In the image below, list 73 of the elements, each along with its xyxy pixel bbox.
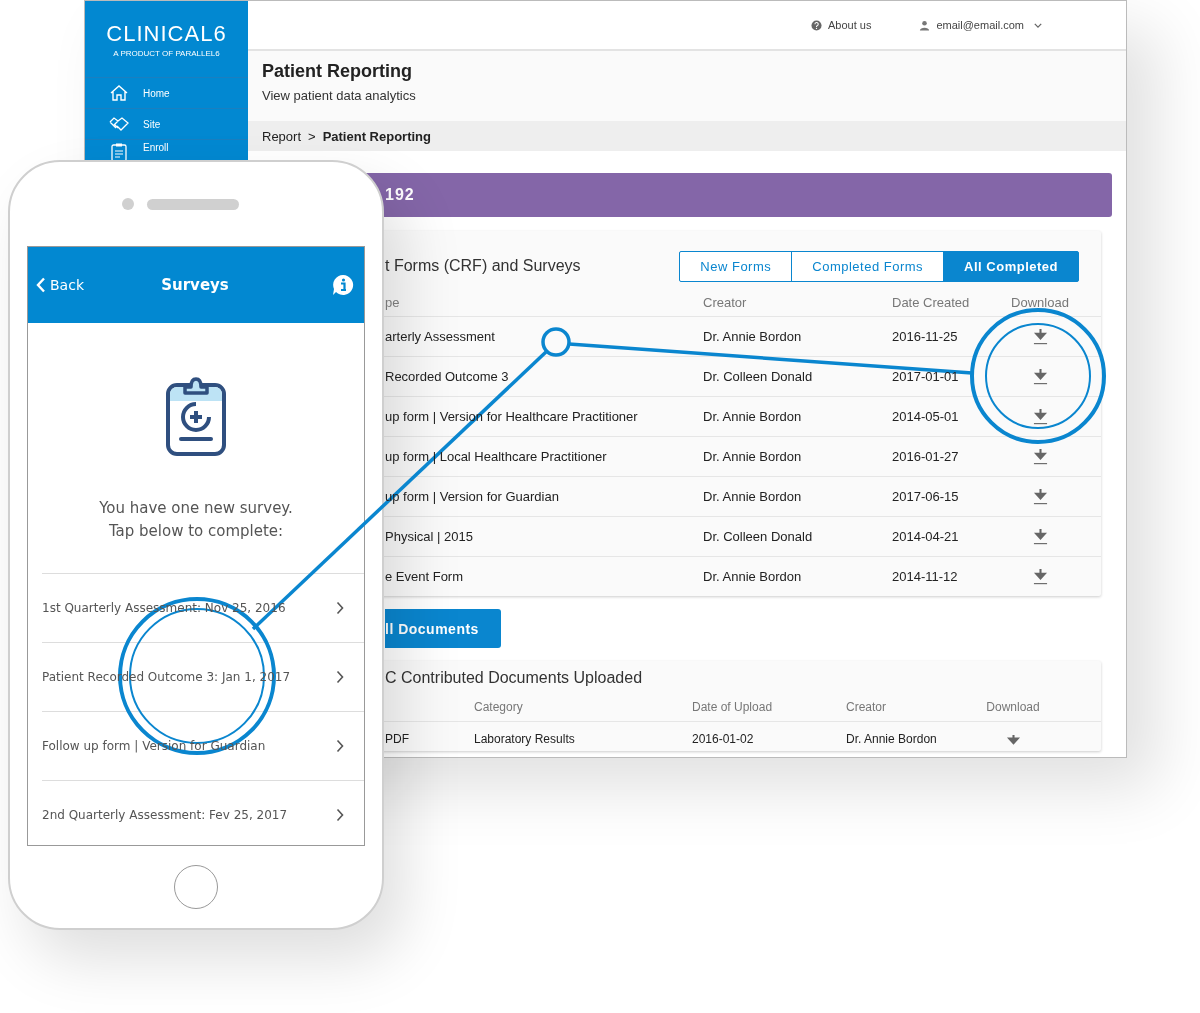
table-cell-text: 2014-04-21 xyxy=(892,529,960,544)
table-cell-text: 2014-05-01 xyxy=(892,409,960,424)
column-header: Creator xyxy=(846,700,887,714)
documents-button[interactable]: ll Documents xyxy=(385,609,501,648)
breadcrumb-link[interactable]: Report xyxy=(262,128,302,144)
column-header: Download xyxy=(985,700,1041,714)
column-header: Category xyxy=(474,700,524,714)
column-header: Date of Upload xyxy=(692,700,774,714)
table-cell-text: Dr. Annie Bordon xyxy=(846,732,938,746)
download-icon[interactable] xyxy=(1032,368,1048,385)
logo: CLINICAL6 xyxy=(106,20,227,47)
user-icon xyxy=(919,19,931,31)
filter-tab[interactable]: All Completed xyxy=(943,250,1079,282)
table-cell-text: Laboratory Results xyxy=(474,732,576,746)
table-cell-text: Dr. Annie Bordon xyxy=(703,489,803,504)
column-header: pe xyxy=(385,294,401,310)
page-subtitle: View patient data analytics xyxy=(262,88,417,103)
table-cell-text: 2017-01-01 xyxy=(892,369,960,384)
table-cell-text: Dr. Annie Bordon xyxy=(703,409,803,424)
filter-tab[interactable]: Completed Forms xyxy=(791,250,945,282)
survey-message: Tap below to complete: xyxy=(107,521,285,542)
topbar-link[interactable]: About us xyxy=(811,19,872,31)
help-icon xyxy=(811,19,822,31)
chevron-right-icon xyxy=(336,670,344,684)
caret-icon xyxy=(1034,22,1042,28)
download-icon[interactable] xyxy=(1032,568,1048,585)
table-cell-text: Physical | 2015 xyxy=(385,529,474,544)
sidebar-item[interactable]: Enroll xyxy=(85,140,248,162)
table-cell-text: 2016-01-02 xyxy=(692,732,755,746)
survey-message: You have one new survey. xyxy=(99,498,293,519)
table-cell-text: Dr. Annie Bordon xyxy=(703,449,803,464)
chevron-right-icon xyxy=(336,808,344,822)
download-icon[interactable] xyxy=(1032,488,1048,505)
chevron-right-icon xyxy=(336,739,344,753)
download-icon[interactable] xyxy=(1032,528,1048,545)
column-header: Creator xyxy=(703,294,748,310)
back-button[interactable]: Back xyxy=(36,277,106,293)
filter-tab[interactable]: New Forms xyxy=(679,250,793,282)
home-icon xyxy=(109,83,129,103)
table-cell-text: arterly Assessment xyxy=(385,329,496,344)
clipboard-icon xyxy=(165,375,227,457)
camera-dot xyxy=(121,198,134,210)
breadcrumb-separator: > xyxy=(308,128,316,144)
table-cell-text: Dr. Annie Bordon xyxy=(703,329,803,344)
download-icon[interactable] xyxy=(1032,408,1048,425)
table-cell-text: 2014-11-12 xyxy=(892,569,959,584)
column-header: Download xyxy=(1010,294,1070,310)
table-cell-text: Dr. Colleen Donald xyxy=(703,529,814,544)
table-cell-text: 2016-01-27 xyxy=(892,449,960,464)
breadcrumb-current: Patient Reporting xyxy=(322,128,431,144)
table-cell-text: PDF xyxy=(385,732,410,746)
card-title: C Contributed Documents Uploaded xyxy=(385,668,643,688)
table-cell-text: 2016-11-25 xyxy=(892,329,959,344)
table-cell-text: e Event Form xyxy=(385,569,465,584)
screen-title: Surveys xyxy=(161,276,229,294)
table-cell-text: 2017-06-15 xyxy=(892,489,960,504)
card-title: t Forms (CRF) and Surveys xyxy=(385,257,581,275)
logo-tagline: A PRODUCT OF PARALLEL6 xyxy=(113,48,220,58)
download-icon[interactable] xyxy=(1032,328,1048,345)
download-icon[interactable] xyxy=(1032,448,1048,465)
table-cell-text: up form | Local Healthcare Practitioner xyxy=(385,449,608,464)
banner-title: 192 xyxy=(385,186,415,204)
page-title: Patient Reporting xyxy=(262,61,413,82)
chevron-left-icon xyxy=(36,277,46,293)
chevron-right-icon xyxy=(336,601,344,615)
topbar-link[interactable]: email@email.com xyxy=(919,19,1042,31)
table-cell-text: Recorded Outcome 3 xyxy=(385,369,510,384)
info-icon[interactable] xyxy=(332,274,354,296)
table-cell-text: Dr. Colleen Donald xyxy=(703,369,814,384)
survey-item[interactable]: 2nd Quarterly Assessment: Fev 25, 2017 xyxy=(42,780,364,849)
column-header: Date Created xyxy=(892,294,971,310)
connector-node xyxy=(541,327,571,357)
table-cell-text: Dr. Annie Bordon xyxy=(703,569,803,584)
